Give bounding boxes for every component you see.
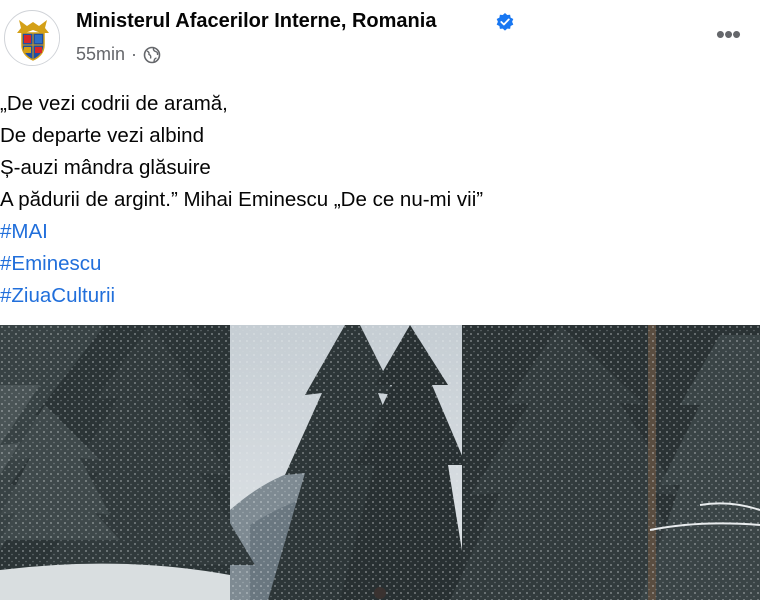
page-name-link[interactable]: Ministerul Afacerilor Interne, Romania	[76, 10, 436, 33]
post-timestamp[interactable]: 55min	[76, 44, 125, 65]
hashtag-link-mai[interactable]: #MAI	[0, 216, 740, 248]
post-meta: 55min ·	[76, 44, 161, 65]
post-text-line: Ș-auzi mândra glăsuire	[0, 156, 211, 179]
post-text-line: A pădurii de argint.” Mihai Eminescu „De…	[0, 188, 484, 211]
page-avatar[interactable]	[4, 10, 60, 66]
meta-separator: ·	[131, 44, 138, 64]
hashtag-link-ziuaculturii[interactable]: #ZiuaCulturii	[0, 280, 740, 312]
verified-badge-icon	[496, 13, 514, 31]
post-text: „De vezi codrii de aramă, De departe vez…	[0, 88, 740, 312]
more-options-button[interactable]: •••	[712, 21, 744, 52]
post-header: Ministerul Afacerilor Interne, Romania 5…	[0, 0, 760, 80]
post-text-line: De departe vezi albind	[0, 124, 204, 147]
globe-icon[interactable]	[143, 46, 161, 64]
hashtag-link-eminescu[interactable]: #Eminescu	[0, 248, 740, 280]
snowy-forest-image	[0, 325, 760, 600]
coat-of-arms-icon	[6, 12, 59, 65]
post-text-line: „De vezi codrii de aramă,	[0, 92, 228, 115]
post-photo[interactable]	[0, 325, 760, 600]
facebook-post: Ministerul Afacerilor Interne, Romania 5…	[0, 0, 760, 600]
